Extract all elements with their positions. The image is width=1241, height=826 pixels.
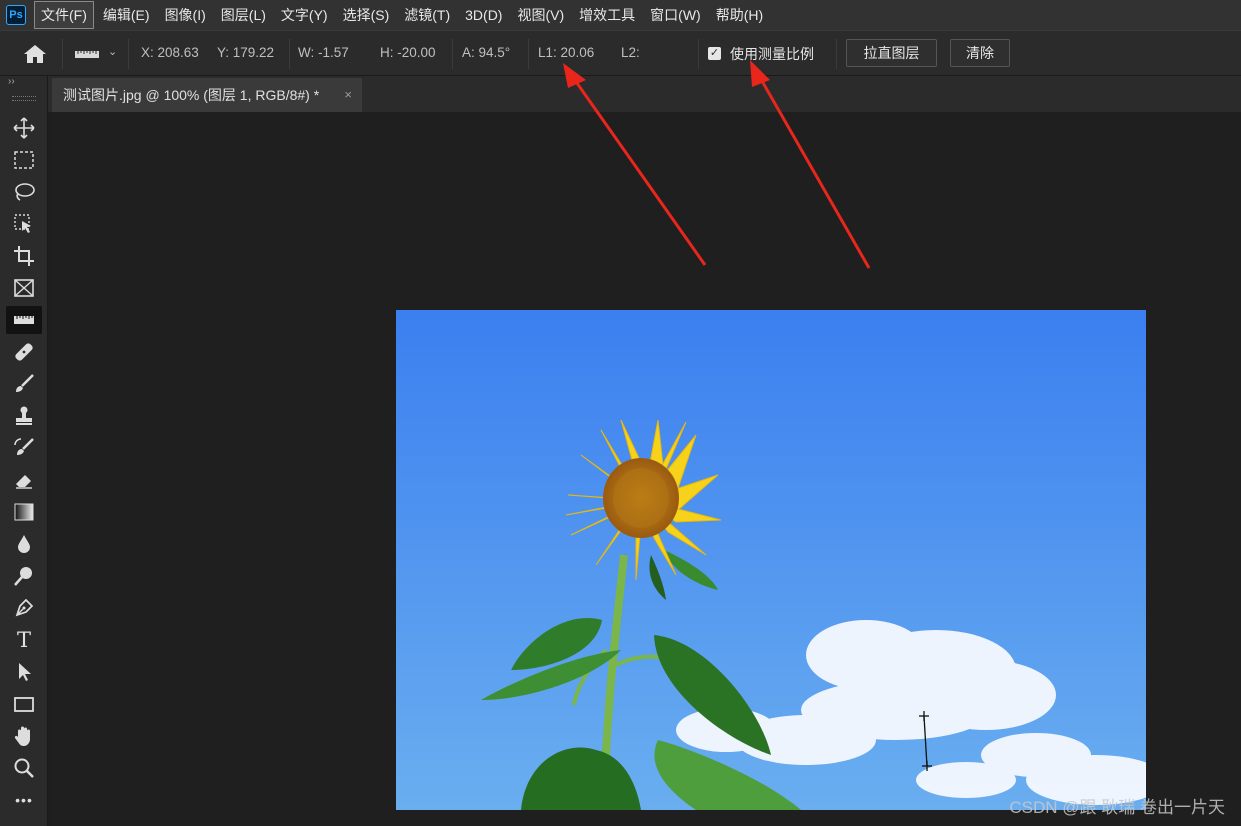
more-tools-glyph: ••• bbox=[15, 792, 33, 808]
panel-grip[interactable] bbox=[12, 96, 36, 101]
menu-edit[interactable]: 编辑(E) bbox=[97, 2, 156, 28]
collapse-panel-icon[interactable]: ›› bbox=[8, 76, 15, 87]
divider bbox=[289, 39, 290, 69]
x-readout: X: 208.63 bbox=[141, 45, 199, 60]
type-tool-glyph: T bbox=[16, 628, 31, 652]
type-tool-icon[interactable]: T bbox=[6, 626, 42, 654]
l1-readout: L1: 20.06 bbox=[538, 45, 595, 60]
menu-plugins[interactable]: 增效工具 bbox=[573, 2, 641, 28]
straighten-layer-button[interactable]: 拉直图层 bbox=[846, 39, 937, 67]
rectangle-tool-icon[interactable] bbox=[6, 690, 42, 718]
clone-stamp-tool-icon[interactable] bbox=[6, 402, 42, 430]
hand-tool-icon[interactable] bbox=[6, 722, 42, 750]
menu-3d[interactable]: 3D(D) bbox=[459, 4, 508, 26]
menu-select[interactable]: 选择(S) bbox=[337, 2, 396, 28]
photoshop-logo-icon: Ps bbox=[6, 5, 26, 25]
divider bbox=[62, 39, 63, 69]
menu-window[interactable]: 窗口(W) bbox=[644, 2, 707, 28]
document-image[interactable] bbox=[396, 310, 1146, 810]
menu-file[interactable]: 文件(F) bbox=[34, 1, 94, 29]
menu-help[interactable]: 帮助(H) bbox=[710, 2, 769, 28]
menu-layer[interactable]: 图层(L) bbox=[215, 2, 272, 28]
blur-tool-icon[interactable] bbox=[6, 530, 42, 558]
use-measurement-scale-checkbox[interactable]: ✓ bbox=[708, 47, 721, 60]
document-tab[interactable]: 测试图片.jpg @ 100% (图层 1, RGB/8#) * × bbox=[52, 78, 362, 112]
path-select-tool-icon[interactable] bbox=[6, 658, 42, 686]
y-readout: Y: 179.22 bbox=[217, 45, 275, 60]
clear-button[interactable]: 清除 bbox=[950, 39, 1010, 67]
eraser-tool-icon[interactable] bbox=[6, 466, 42, 494]
divider bbox=[128, 39, 129, 69]
marquee-tool-icon[interactable] bbox=[6, 146, 42, 174]
home-icon[interactable] bbox=[22, 43, 48, 65]
tools-panel: ›› T ••• bbox=[0, 76, 48, 826]
more-tools-icon[interactable]: ••• bbox=[6, 786, 42, 814]
angle-readout: A: 94.5° bbox=[462, 45, 511, 60]
height-readout: H: -20.00 bbox=[380, 45, 436, 60]
pen-tool-icon[interactable] bbox=[6, 594, 42, 622]
document-tabs: 测试图片.jpg @ 100% (图层 1, RGB/8#) * × bbox=[48, 76, 1241, 112]
watermark-text: CSDN @跟 耿瑞 卷出一片天 bbox=[1009, 798, 1225, 817]
lasso-tool-icon[interactable] bbox=[6, 178, 42, 206]
frame-tool-icon[interactable] bbox=[6, 274, 42, 302]
menu-filter[interactable]: 滤镜(T) bbox=[398, 2, 456, 28]
chevron-down-icon[interactable]: ⌄ bbox=[108, 45, 117, 58]
menu-bar: Ps 文件(F) 编辑(E) 图像(I) 图层(L) 文字(Y) 选择(S) 滤… bbox=[0, 0, 1241, 30]
use-measurement-scale-label[interactable]: 使用测量比例 bbox=[730, 44, 814, 64]
menu-view[interactable]: 视图(V) bbox=[511, 2, 570, 28]
l2-readout: L2: bbox=[621, 45, 640, 60]
divider bbox=[698, 39, 699, 69]
gradient-tool-icon[interactable] bbox=[6, 498, 42, 526]
ruler-preset-icon[interactable] bbox=[75, 47, 99, 59]
menu-type[interactable]: 文字(Y) bbox=[275, 2, 334, 28]
options-bar: ⌄ X: 208.63 Y: 179.22 W: -1.57 H: -20.00… bbox=[0, 30, 1241, 76]
divider bbox=[836, 39, 837, 69]
divider bbox=[528, 39, 529, 69]
history-brush-tool-icon[interactable] bbox=[6, 434, 42, 462]
move-tool-icon[interactable] bbox=[6, 114, 42, 142]
document-tab-title: 测试图片.jpg @ 100% (图层 1, RGB/8#) * bbox=[63, 87, 320, 103]
width-readout: W: -1.57 bbox=[298, 45, 349, 60]
brush-tool-icon[interactable] bbox=[6, 370, 42, 398]
object-select-tool-icon[interactable] bbox=[6, 210, 42, 238]
sunflower-photo bbox=[396, 310, 1146, 810]
crop-tool-icon[interactable] bbox=[6, 242, 42, 270]
ruler-tool-icon[interactable] bbox=[6, 306, 42, 334]
close-icon[interactable]: × bbox=[344, 78, 352, 112]
dodge-tool-icon[interactable] bbox=[6, 562, 42, 590]
divider bbox=[452, 39, 453, 69]
zoom-tool-icon[interactable] bbox=[6, 754, 42, 782]
healing-brush-tool-icon[interactable] bbox=[6, 338, 42, 366]
menu-image[interactable]: 图像(I) bbox=[159, 2, 212, 28]
